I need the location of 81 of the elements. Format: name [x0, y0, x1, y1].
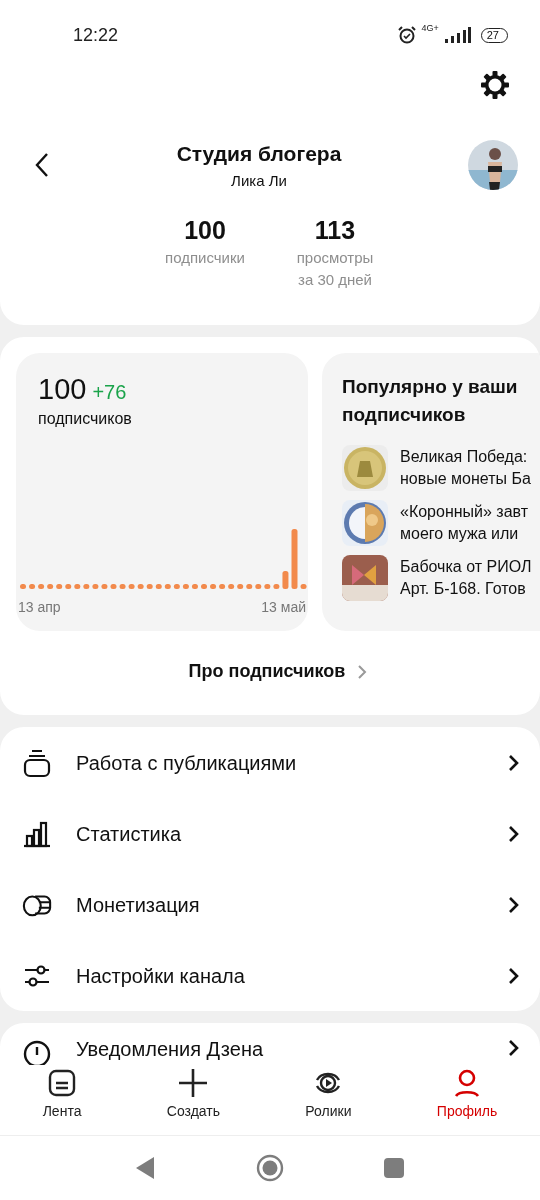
chart-bar — [47, 584, 54, 589]
axis-label: 13 апр — [18, 599, 61, 615]
nav-tab[interactable]: Лента — [42, 1065, 82, 1135]
chart-bar — [56, 584, 63, 589]
channel-name: Лика Ли — [231, 171, 287, 189]
stat-label: просмотры за 30 дней — [295, 248, 375, 290]
nav-tab[interactable]: Ролики — [305, 1065, 352, 1135]
stack-icon — [22, 747, 52, 778]
article-title[interactable]: новые монеты Ба — [400, 468, 531, 490]
chart-bar — [291, 529, 298, 589]
chart-bar — [20, 584, 26, 589]
chart-bar — [101, 584, 108, 589]
about-subscribers-link[interactable]: Про подписчиков — [188, 661, 368, 682]
chart-bar — [228, 584, 235, 589]
article-title[interactable]: Бабочка от РИОЛ — [400, 556, 532, 578]
card-title: Популярно у ваши подписчиков — [342, 375, 519, 427]
subscriber-count: 100 — [38, 373, 87, 406]
chart-bar — [182, 584, 189, 589]
menu-item[interactable]: Статистика — [0, 798, 540, 869]
chart-bar — [246, 584, 253, 589]
home-icon[interactable] — [256, 1154, 284, 1182]
chart-bar — [219, 584, 226, 589]
chart-bar — [155, 584, 162, 589]
nav-tab[interactable]: Профиль — [436, 1065, 498, 1135]
chart-bar — [300, 584, 307, 589]
chevron-icon — [508, 753, 520, 772]
chart-bar — [92, 584, 99, 589]
chart-bar — [173, 584, 180, 589]
popular-card[interactable]: Популярно у ваши подписчиков Великая Победа: новые монеты Ба «Коронный» завт моего мужа или Бабочка от РИОЛ Арт. Б-168. Готов — [322, 353, 540, 631]
nav-tab[interactable]: Создать — [166, 1065, 220, 1135]
network-label: 4G+ — [421, 23, 439, 33]
chart-bar — [110, 584, 117, 589]
stat-value: 100 — [184, 216, 226, 245]
chevron-icon — [508, 1039, 520, 1057]
chevron-icon — [508, 824, 520, 843]
article-title[interactable]: Великая Победа: — [400, 446, 531, 468]
chevron-icon — [508, 966, 520, 985]
subscriber-label: подписчиков — [37, 410, 133, 428]
subscriber-delta: +76 — [92, 381, 127, 404]
chart-bar — [201, 584, 207, 589]
axis-label: 13 май — [261, 599, 306, 615]
chart-bar — [128, 584, 135, 589]
settings-icon[interactable] — [480, 70, 510, 100]
chart-bar — [137, 584, 144, 589]
stat-value: 113 — [314, 216, 356, 245]
chevron-icon — [508, 895, 520, 914]
chart-bar — [83, 584, 90, 589]
recents-icon[interactable] — [384, 1158, 404, 1178]
article-title[interactable]: «Коронный» завт — [400, 501, 529, 523]
menu-item[interactable]: Настройки канала — [0, 940, 540, 1011]
back-icon[interactable] — [34, 152, 50, 178]
article-title[interactable]: Арт. Б-168. Готов — [400, 578, 532, 600]
page-title: Студия блогера — [176, 141, 342, 166]
status-time: 12:22 — [73, 24, 119, 46]
alarm-icon — [397, 25, 418, 45]
signal-icon — [442, 27, 471, 43]
chart-bar — [65, 584, 72, 589]
chart-bar — [282, 571, 289, 589]
profile-icon — [453, 1069, 482, 1097]
chart-bar — [74, 584, 81, 589]
chart-bar — [29, 584, 36, 589]
chevron-icon — [357, 663, 368, 680]
subscribers-card[interactable]: 100 +76 подписчиков 13 апр 13 май — [16, 353, 308, 631]
chart-bar — [273, 584, 280, 589]
stat-label: подписчики — [165, 248, 245, 268]
menu-item[interactable]: Работа с публикациями — [0, 727, 540, 798]
chart-bar — [210, 584, 217, 589]
chart-bar — [38, 584, 45, 589]
clock-icon — [22, 1039, 52, 1065]
chart-bar — [164, 584, 171, 589]
chart-bar — [191, 584, 198, 589]
menu-item[interactable]: Монетизация — [0, 869, 540, 940]
menu-item[interactable]: Уведомления Дзена — [0, 1023, 540, 1065]
chart-bar — [264, 584, 271, 589]
feed-icon — [48, 1069, 77, 1097]
chart-bar — [146, 584, 153, 589]
article-title[interactable]: моего мужа или — [400, 523, 529, 545]
chart-bar — [119, 584, 126, 589]
chart-bar — [255, 584, 262, 589]
plus-icon — [179, 1069, 208, 1097]
chart-bar — [237, 584, 244, 589]
